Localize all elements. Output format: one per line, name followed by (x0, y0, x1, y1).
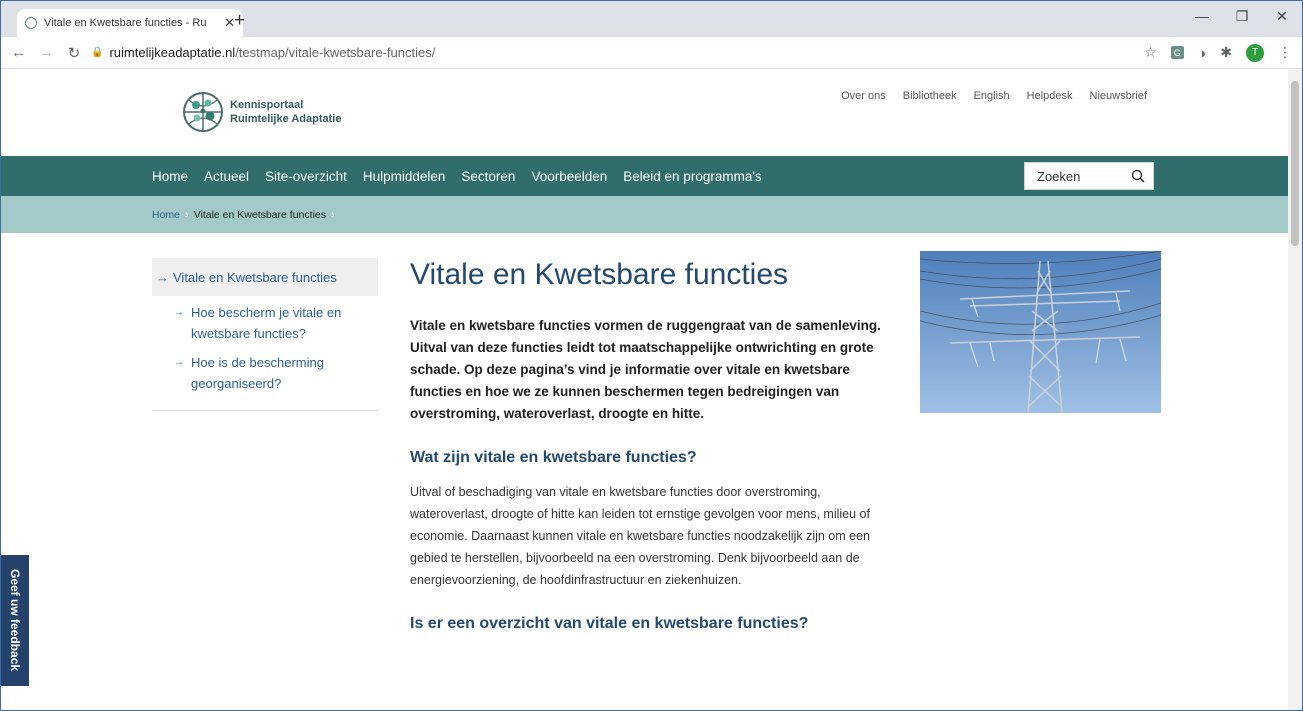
site-favicon-icon (25, 17, 37, 29)
breadcrumb: Home › Vitale en Kwetsbare functies › (1, 196, 1302, 233)
breadcrumb-current: Vitale en Kwetsbare functies (193, 208, 326, 221)
forward-icon[interactable]: → (39, 44, 54, 61)
minimize-icon[interactable]: — (1182, 1, 1222, 31)
extensions-area: ☆ G ◑ ✱ T ⋮ (1144, 43, 1292, 62)
logo-line-1: Kennisportaal (230, 99, 304, 111)
main-content: → Vitale en Kwetsbare functies → Hoe bes… (1, 233, 1302, 686)
toplink-over-ons[interactable]: Over ons (841, 90, 886, 102)
chevron-right-icon: › (331, 208, 335, 221)
breadcrumb-home[interactable]: Home (152, 209, 180, 221)
page-title: Vitale en Kwetsbare functies (410, 258, 789, 291)
new-tab-button[interactable]: + (234, 11, 245, 30)
g-extension-icon[interactable]: G (1170, 46, 1184, 59)
nav-actueel[interactable]: Actueel (196, 169, 257, 184)
arrow-right-icon: → (174, 307, 184, 318)
browser-tab[interactable]: Vitale en Kwetsbare functies - Ru ✕ (17, 9, 243, 37)
nav-sectoren[interactable]: Sectoren (453, 169, 523, 184)
url-host: ruimtelijkeadaptatie.nl (109, 45, 236, 60)
section-heading: Is er een overzicht van vitale en kwetsb… (410, 615, 809, 632)
toplink-helpdesk[interactable]: Helpdesk (1027, 90, 1073, 102)
nav-home[interactable]: Home (152, 169, 196, 184)
search-input[interactable] (1037, 168, 1127, 184)
article: Vitale en Kwetsbare functies Vitale en k… (410, 255, 890, 647)
browser-toolbar: ← → ↻ 🔒 ruimtelijkeadaptatie.nl/testmap/… (1, 37, 1302, 69)
tab-strip: Vitale en Kwetsbare functies - Ru ✕ + — … (1, 1, 1302, 37)
globe-logo-icon (183, 92, 223, 132)
subnav-active-label: Vitale en Kwetsbare functies (173, 269, 337, 285)
site-header: Kennisportaal Ruimtelijke Adaptatie Over… (1, 69, 1302, 156)
subnav-item[interactable]: → Hoe is de bescherming georganiseerd? (174, 352, 378, 394)
section-heading: Wat zijn vitale en kwetsbare functies? (410, 449, 697, 466)
section-subnav: → Vitale en Kwetsbare functies → Hoe bes… (152, 258, 378, 411)
back-icon[interactable]: ← (11, 44, 26, 61)
toplink-english[interactable]: English (974, 90, 1010, 102)
bookmark-star-icon[interactable]: ☆ (1144, 44, 1157, 61)
nav-site-overzicht[interactable]: Site-overzicht (257, 169, 355, 184)
subnav-item-active[interactable]: → Vitale en Kwetsbare functies (152, 258, 378, 296)
page-scrollbar[interactable] (1288, 69, 1302, 710)
nav-voorbeelden[interactable]: Voorbeelden (523, 169, 615, 184)
subnav-item[interactable]: → Hoe bescherm je vitale en kwetsbare fu… (174, 302, 378, 344)
scrollbar-thumb[interactable] (1291, 81, 1299, 246)
browser-window: Vitale en Kwetsbare functies - Ru ✕ + — … (0, 0, 1303, 711)
address-bar[interactable]: 🔒 ruimtelijkeadaptatie.nl/testmap/vitale… (91, 40, 1130, 66)
reload-icon[interactable]: ↻ (67, 44, 81, 62)
search-box (1024, 162, 1154, 190)
section-body: Uitval of beschadiging van vitale en kwe… (410, 485, 870, 587)
window-controls: — ❐ ✕ (1182, 1, 1302, 31)
arrow-right-icon: → (174, 357, 184, 368)
nav-beleid[interactable]: Beleid en programma's (615, 169, 769, 184)
chevron-right-icon: › (185, 208, 189, 221)
arrow-right-icon: → (156, 269, 169, 285)
toplink-bibliotheek[interactable]: Bibliotheek (903, 90, 957, 102)
url-path: /testmap/vitale-kwetsbare-functies/ (235, 45, 436, 60)
profile-avatar[interactable]: T (1246, 43, 1264, 62)
search-icon[interactable] (1131, 169, 1145, 183)
maximize-icon[interactable]: ❐ (1222, 1, 1262, 31)
puzzle-extensions-icon[interactable]: ✱ (1220, 44, 1232, 61)
menu-kebab-icon[interactable]: ⋮ (1278, 44, 1292, 61)
article-lead: Vitale en kwetsbare functies vormen de r… (410, 318, 881, 421)
toplink-nieuwsbrief[interactable]: Nieuwsbrief (1090, 90, 1147, 102)
close-window-icon[interactable]: ✕ (1262, 1, 1302, 31)
nav-hulpmiddelen[interactable]: Hulpmiddelen (355, 169, 454, 184)
main-navigation: Home Actueel Site-overzicht Hulpmiddelen… (1, 156, 1302, 196)
feedback-tab[interactable]: Geef uw feedback (1, 555, 29, 686)
subnav-item-label: Hoe bescherm je vitale en kwetsbare func… (191, 305, 342, 341)
utility-links: Over ons Bibliotheek English Helpdesk Ni… (841, 90, 1147, 102)
circle-extension-icon[interactable]: ◑ (1198, 45, 1206, 61)
web-page: Kennisportaal Ruimtelijke Adaptatie Over… (1, 69, 1302, 710)
site-logo[interactable]: Kennisportaal Ruimtelijke Adaptatie (182, 87, 356, 137)
subnav-item-label: Hoe is de bescherming georganiseerd? (191, 355, 324, 391)
lock-icon: 🔒 (91, 47, 104, 58)
logo-line-2: Ruimtelijke Adaptatie (230, 113, 342, 125)
tab-title: Vitale en Kwetsbare functies - Ru (44, 17, 207, 29)
pylon-photo (920, 251, 1161, 413)
